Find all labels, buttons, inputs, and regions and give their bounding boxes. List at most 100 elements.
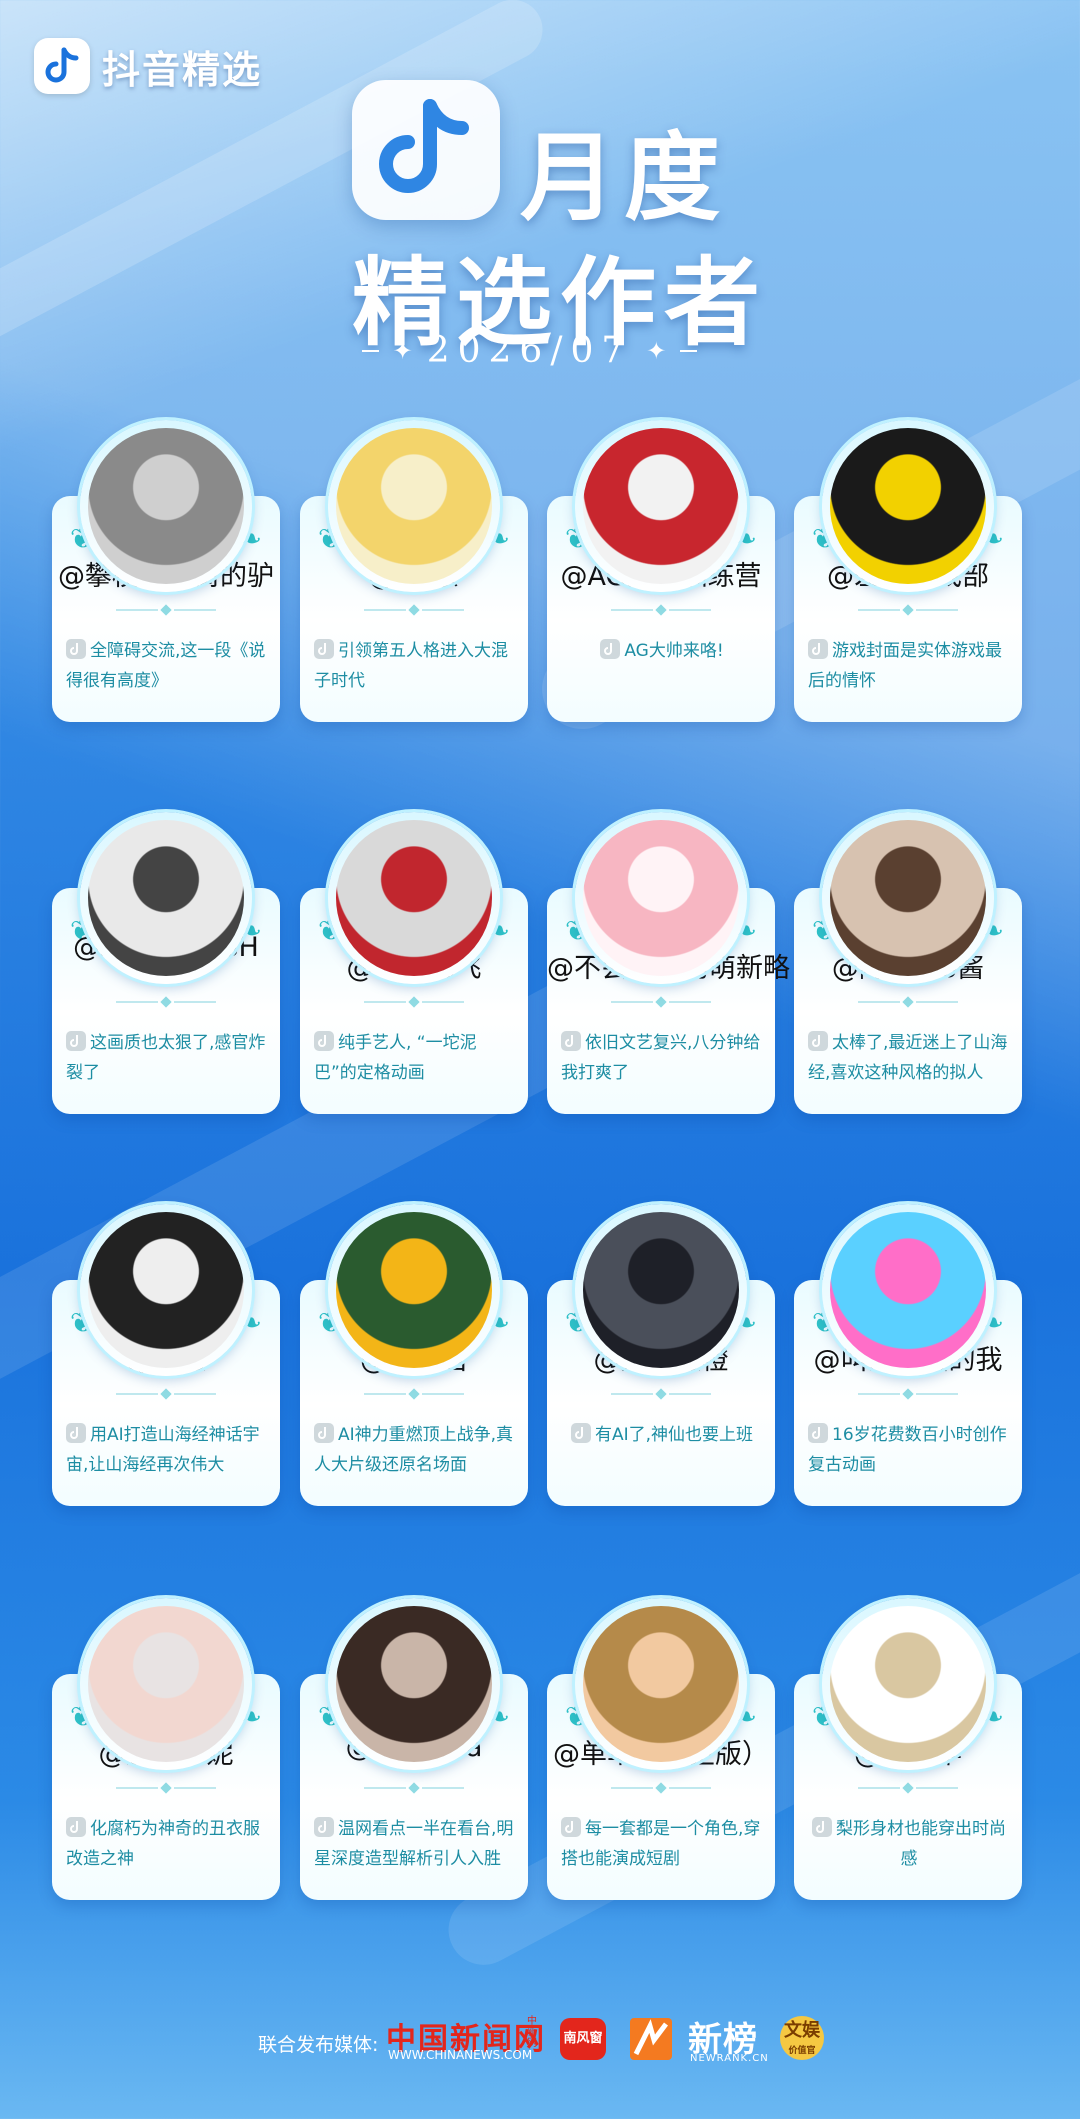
creator-description: 纯手艺人, “一坨泥巴”的定格动画 bbox=[314, 1028, 516, 1088]
douyin-small-icon bbox=[561, 1817, 581, 1837]
creator-description-text: 这画质也太狠了,感官炸裂了 bbox=[66, 1033, 266, 1083]
douyin-note-icon bbox=[352, 80, 500, 220]
douyin-small-icon bbox=[66, 1817, 86, 1837]
card-divider bbox=[611, 604, 711, 616]
creator-description: 梨形身材也能穿出时尚感 bbox=[808, 1814, 1010, 1874]
creator-description: 有AI了,神仙也要上班 bbox=[561, 1420, 763, 1450]
creator-description-text: 纯手艺人, “一坨泥巴”的定格动画 bbox=[314, 1033, 477, 1083]
clay-dino-avatar bbox=[336, 820, 492, 976]
pink-hair-avatar bbox=[583, 820, 739, 976]
avatar-frame[interactable] bbox=[822, 812, 994, 984]
creator-description: 引领第五人格进入大混子时代 bbox=[314, 636, 516, 696]
creator-description: AI神力重燃顶上战争,真人大片级还原名场面 bbox=[314, 1420, 516, 1480]
douyin-small-icon bbox=[66, 1423, 86, 1443]
newrank-icon bbox=[630, 2018, 672, 2060]
avatar-frame[interactable] bbox=[822, 1598, 994, 1770]
creator-description: 16岁花费数百小时创作复古动画 bbox=[808, 1420, 1010, 1480]
cartoon-face-avatar bbox=[830, 1212, 986, 1368]
douyin-small-icon bbox=[314, 1423, 334, 1443]
avatar-frame[interactable] bbox=[575, 1598, 747, 1770]
creator-description-text: 每一套都是一个角色,穿搭也能演成短剧 bbox=[561, 1819, 761, 1869]
card-divider bbox=[364, 1782, 464, 1794]
douyin-small-icon bbox=[314, 1031, 334, 1051]
woman-portrait-avatar bbox=[336, 1606, 492, 1762]
douyin-small-icon bbox=[570, 1423, 591, 1443]
avatar-frame[interactable] bbox=[328, 1598, 500, 1770]
donkey-avatar bbox=[88, 428, 244, 584]
douyin-small-icon bbox=[812, 1817, 832, 1837]
avatar-frame[interactable] bbox=[80, 420, 252, 592]
card-divider bbox=[611, 996, 711, 1008]
creator-description-text: 梨形身材也能穿出时尚感 bbox=[836, 1819, 1006, 1869]
creator-description: 这画质也太狠了,感官炸裂了 bbox=[66, 1028, 268, 1088]
creator-description-text: 温网看点一半在看台,明星深度造型解析引人入胜 bbox=[314, 1819, 514, 1869]
creator-description: 游戏封面是实体游戏最后的情怀 bbox=[808, 636, 1010, 696]
date-row: ✦ 2026/07 ✦ bbox=[362, 330, 697, 371]
footer-partners: 联合发布媒体: 中国新闻网 中新网 WWW.CHINANEWS.COM 南风窗 … bbox=[0, 2010, 1080, 2066]
avatar-frame[interactable] bbox=[328, 812, 500, 984]
creator-description-text: 游戏封面是实体游戏最后的情怀 bbox=[808, 641, 1002, 691]
ninja-avatar bbox=[336, 1212, 492, 1368]
creator-description: 化腐朽为神奇的丑衣服改造之神 bbox=[66, 1814, 268, 1874]
douyin-small-icon bbox=[808, 1423, 828, 1443]
avatar-frame[interactable] bbox=[80, 1204, 252, 1376]
chinanews-tag: 中新网 bbox=[527, 2016, 537, 2049]
divider-line bbox=[680, 349, 697, 352]
douyin-small-icon bbox=[561, 1031, 581, 1051]
anime-girl-avatar bbox=[336, 428, 492, 584]
creator-description-text: 引领第五人格进入大混子时代 bbox=[314, 641, 508, 691]
card-divider bbox=[364, 604, 464, 616]
dark-hair-girl-avatar bbox=[88, 1212, 244, 1368]
avatar-frame[interactable] bbox=[822, 1204, 994, 1376]
avatar-frame[interactable] bbox=[80, 812, 252, 984]
avatar-frame[interactable] bbox=[80, 1598, 252, 1770]
sketch-boy-avatar bbox=[88, 820, 244, 976]
wenyu-text: 文娱 bbox=[784, 2020, 820, 2041]
page-title-line1: 月度 bbox=[520, 122, 728, 234]
portrait-girl-avatar bbox=[88, 1606, 244, 1762]
card-divider bbox=[858, 604, 958, 616]
card-divider bbox=[364, 1388, 464, 1400]
hat-woman-avatar bbox=[583, 1606, 739, 1762]
douyin-small-icon bbox=[600, 639, 621, 659]
issue-date: 2026/07 bbox=[426, 330, 633, 371]
fur-girl-avatar bbox=[830, 820, 986, 976]
avatar-frame[interactable] bbox=[575, 812, 747, 984]
wenyu-logo: 文娱 价值官 bbox=[780, 2016, 824, 2060]
divider-line bbox=[362, 349, 379, 352]
esports-player-avatar bbox=[583, 428, 739, 584]
footer-label: 联合发布媒体: bbox=[258, 2034, 379, 2056]
creator-description-text: 化腐朽为神奇的丑衣服改造之神 bbox=[66, 1819, 260, 1869]
creator-description: 温网看点一半在看台,明星深度造型解析引人入胜 bbox=[314, 1814, 516, 1874]
brand-name: 抖音精选 bbox=[102, 47, 263, 92]
creator-description-text: 有AI了,神仙也要上班 bbox=[594, 1425, 754, 1445]
chinanews-url: WWW.CHINANEWS.COM bbox=[388, 2048, 533, 2062]
creator-description: 依旧文艺复兴,八分钟给我打爽了 bbox=[561, 1028, 763, 1088]
creator-description: 太棒了,最近迷上了山海经,喜欢这种风格的拟人 bbox=[808, 1028, 1010, 1088]
creator-description: 每一套都是一个角色,穿搭也能演成短剧 bbox=[561, 1814, 763, 1874]
creator-description: AG大帅来咯! bbox=[561, 636, 763, 666]
card-divider bbox=[611, 1782, 711, 1794]
nanfengchuang-logo: 南风窗 bbox=[560, 2018, 606, 2060]
douyin-small-icon bbox=[314, 1817, 334, 1837]
bear-drink-avatar bbox=[830, 1606, 986, 1762]
sparkle-icon: ✦ bbox=[392, 336, 413, 365]
avatar-frame[interactable] bbox=[328, 420, 500, 592]
avatar-frame[interactable] bbox=[575, 420, 747, 592]
wenyu-sub: 价值官 bbox=[788, 2046, 816, 2056]
avatar-frame[interactable] bbox=[822, 420, 994, 592]
card-divider bbox=[364, 996, 464, 1008]
newrank-url: NEWRANK.CN bbox=[690, 2053, 769, 2064]
creator-description: 全障碍交流,这一段《说得很有高度》 bbox=[66, 636, 268, 696]
creator-description-text: 全障碍交流,这一段《说得很有高度》 bbox=[66, 641, 266, 691]
card-divider bbox=[116, 604, 216, 616]
creator-description-text: 依旧文艺复兴,八分钟给我打爽了 bbox=[561, 1033, 761, 1083]
card-divider bbox=[858, 1388, 958, 1400]
douyin-small-icon bbox=[314, 639, 334, 659]
avatar-frame[interactable] bbox=[328, 1204, 500, 1376]
pixel-logo-avatar bbox=[830, 428, 986, 584]
douyin-small-icon bbox=[66, 1031, 86, 1051]
avatar-frame[interactable] bbox=[575, 1204, 747, 1376]
creator-description: 用AI打造山海经神话宇宙,让山海经再次伟大 bbox=[66, 1420, 268, 1480]
creator-description-text: 16岁花费数百小时创作复古动画 bbox=[808, 1425, 1007, 1475]
